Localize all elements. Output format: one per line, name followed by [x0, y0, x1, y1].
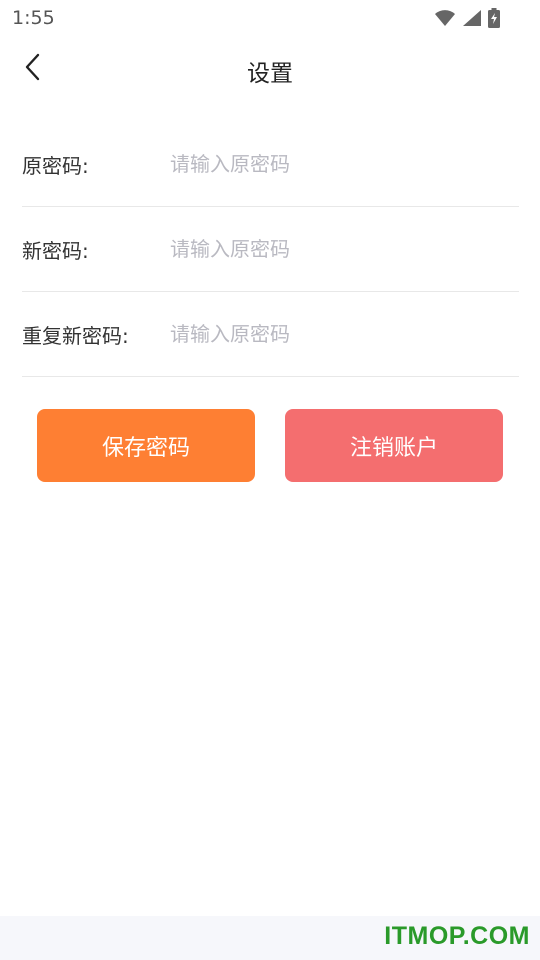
- watermark: ITMOP.COM: [384, 922, 530, 950]
- footer-band: ITMOP.COM: [0, 916, 540, 960]
- cancel-account-button[interactable]: 注销账户: [285, 409, 503, 482]
- repeat-password-label: 重复新密码:: [22, 324, 129, 348]
- old-password-input[interactable]: [170, 144, 500, 184]
- old-password-row: 原密码:: [22, 122, 519, 207]
- wifi-icon: [434, 9, 456, 31]
- status-time: 1:55: [12, 7, 55, 29]
- status-icons: [434, 8, 500, 32]
- save-password-button[interactable]: 保存密码: [37, 409, 255, 482]
- new-password-row: 新密码:: [22, 207, 519, 292]
- settings-screen: 1:55 设置 原密码: 新密码: 重复新密码: 保存密码 注销账户 ITMOP…: [0, 0, 540, 960]
- repeat-password-input[interactable]: [170, 314, 500, 354]
- old-password-label: 原密码:: [22, 154, 89, 178]
- title-bar: 设置: [0, 44, 540, 94]
- password-form: 原密码: 新密码: 重复新密码:: [22, 122, 519, 377]
- status-bar: 1:55: [0, 0, 540, 36]
- page-title: 设置: [247, 61, 293, 87]
- repeat-password-row: 重复新密码:: [22, 292, 519, 377]
- signal-icon: [462, 9, 482, 31]
- new-password-label: 新密码:: [22, 239, 89, 263]
- new-password-input[interactable]: [170, 229, 500, 269]
- battery-charging-icon: [488, 8, 500, 32]
